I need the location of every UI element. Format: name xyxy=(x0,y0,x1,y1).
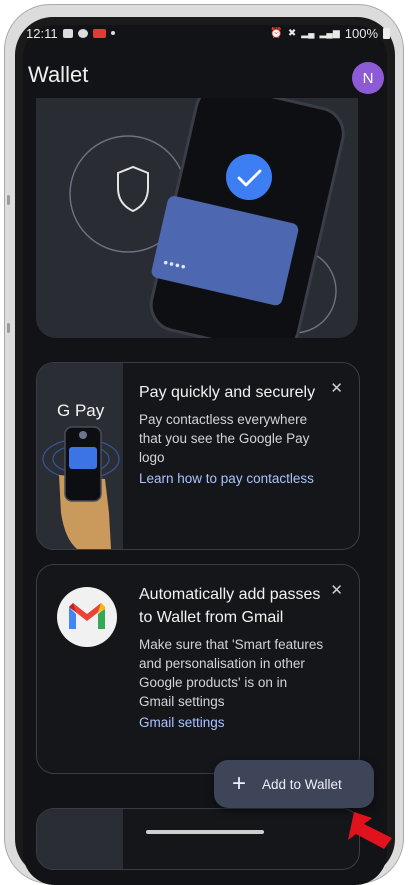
mute-icon: ✖ xyxy=(287,27,297,39)
pay-contactless-card: G Pay Pay quickly and securely Pay conta… xyxy=(36,362,360,550)
hero-illustration xyxy=(36,98,358,338)
gmail-settings-link[interactable]: Gmail settings xyxy=(139,713,325,732)
next-card xyxy=(36,808,360,870)
card-title: Automatically add passes to Wallet from … xyxy=(139,586,321,626)
battery-percent: 100% xyxy=(344,25,378,41)
learn-contactless-link[interactable]: Learn how to pay contactless xyxy=(139,469,325,488)
card-description: Make sure that 'Smart features and perso… xyxy=(139,637,324,709)
status-time: 12:11 xyxy=(26,25,58,41)
gmail-logo xyxy=(57,587,117,647)
more-notifications-icon xyxy=(110,31,115,35)
card-media xyxy=(37,809,123,869)
cell-signal-icon: ▂▄▆ xyxy=(319,27,340,38)
shield-icon xyxy=(117,165,149,213)
alarm-icon: ⏰ xyxy=(270,27,283,39)
notification-app-icon xyxy=(92,28,106,38)
close-icon[interactable]: ✕ xyxy=(330,379,343,397)
gallery-icon xyxy=(62,28,73,38)
add-to-wallet-button[interactable]: + Add to Wallet xyxy=(214,760,374,808)
gmail-passes-card: Automatically add passes to Wallet from … xyxy=(36,564,360,774)
side-button xyxy=(7,323,10,333)
close-icon[interactable]: ✕ xyxy=(330,581,343,599)
battery-icon xyxy=(383,27,390,39)
account-avatar[interactable]: N xyxy=(352,62,384,94)
plus-icon: + xyxy=(232,770,247,797)
annotation-arrow-icon xyxy=(348,812,392,849)
wallet-hero-svg xyxy=(69,98,345,338)
gpay-logo: G Pay xyxy=(57,401,105,420)
wifi-signal-icon: ▂▄ xyxy=(301,27,315,38)
status-bar: 12:11 ⏰ ✖ ▂▄ ▂▄▆ 100% xyxy=(26,24,390,42)
page-title: Wallet xyxy=(28,62,89,87)
gesture-nav-bar[interactable] xyxy=(146,830,264,834)
check-circle-icon xyxy=(226,154,272,200)
gpay-illustration: G Pay xyxy=(37,363,123,549)
gmail-icon xyxy=(69,603,105,629)
card-title: Pay quickly and securely xyxy=(139,384,316,401)
add-to-wallet-label: Add to Wallet xyxy=(262,776,342,792)
side-button xyxy=(7,195,10,205)
chat-icon xyxy=(77,28,88,38)
card-description: Pay contactless everywhere that you see … xyxy=(139,412,310,465)
